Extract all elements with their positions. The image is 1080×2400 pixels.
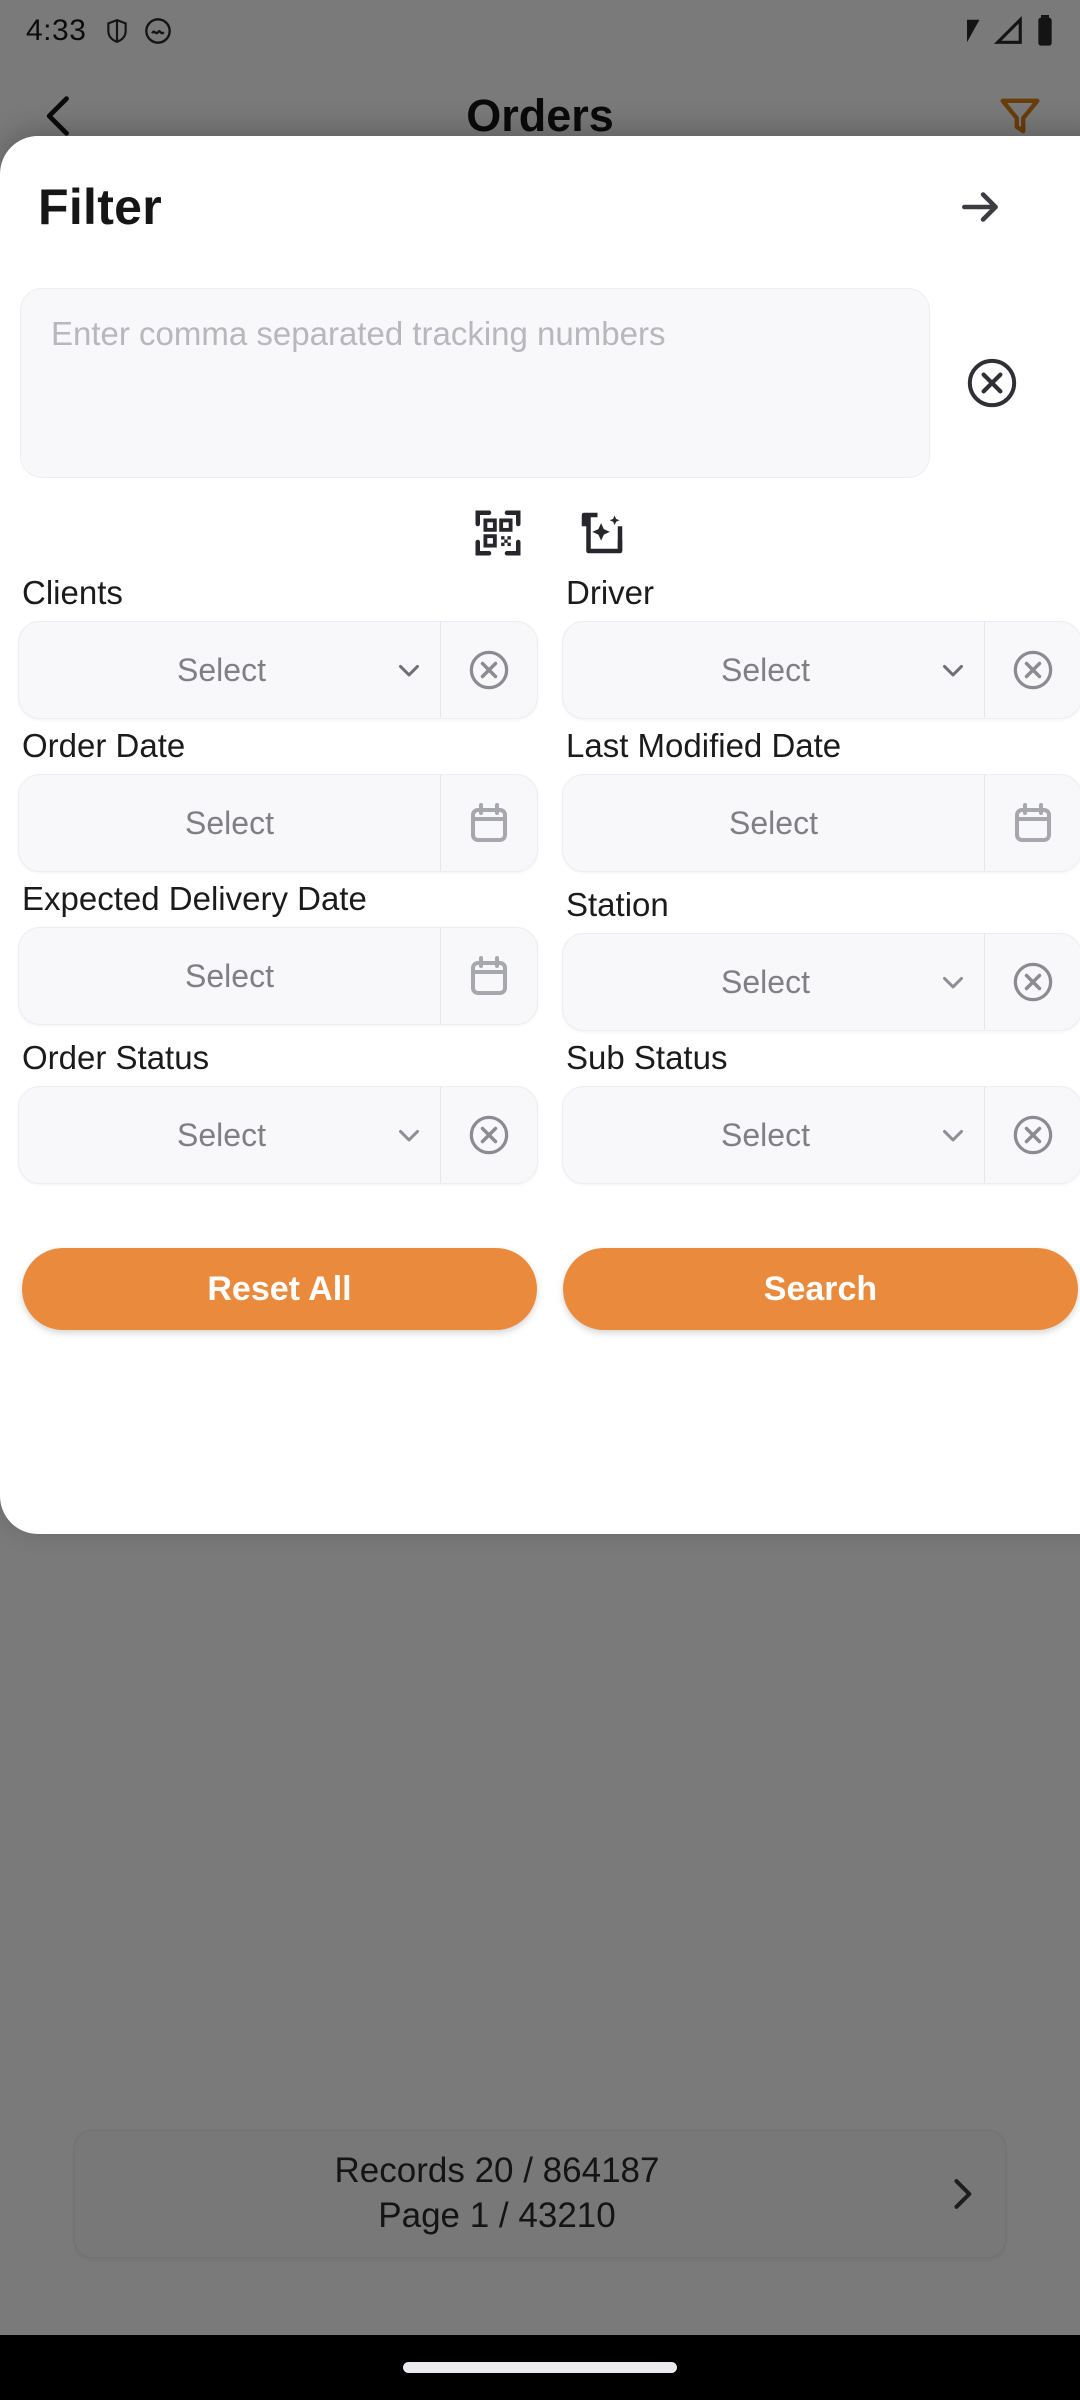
circle-close-icon bbox=[964, 355, 1020, 411]
page-title: Orders bbox=[466, 90, 614, 141]
clients-clear-button[interactable] bbox=[441, 647, 537, 693]
circle-close-icon bbox=[466, 1112, 512, 1158]
gesture-handle[interactable] bbox=[403, 2362, 677, 2373]
status-bar-system-icons bbox=[952, 15, 1054, 47]
status-bar-notification-icons bbox=[104, 16, 172, 46]
last-modified-date-select[interactable]: Select bbox=[562, 774, 1080, 872]
filter-row-3: Expected Delivery Date Select Station Se… bbox=[18, 872, 1080, 1031]
order-status-select[interactable]: Select bbox=[18, 1086, 538, 1184]
calendar-icon bbox=[1009, 799, 1057, 847]
filter-row-2: Order Date Select Last Modified Date Sel… bbox=[18, 719, 1080, 872]
back-arrow-icon[interactable] bbox=[34, 90, 86, 142]
order-date-select[interactable]: Select bbox=[18, 774, 538, 872]
shield-icon bbox=[104, 16, 130, 46]
filter-funnel-icon[interactable] bbox=[994, 90, 1046, 142]
chevron-down-icon bbox=[378, 653, 440, 687]
driver-select[interactable]: Select bbox=[562, 621, 1080, 719]
scan-actions-row bbox=[0, 506, 1080, 560]
page-count: Page 1 / 43210 bbox=[378, 2196, 616, 2235]
field-label: Sub Status bbox=[566, 1039, 728, 1076]
field-driver: Driver Select bbox=[562, 574, 1080, 719]
status-bar: 4:33 bbox=[0, 0, 1080, 62]
arrow-right-icon bbox=[956, 182, 1006, 232]
expected-delivery-date-value: Select bbox=[185, 957, 274, 994]
qr-scan-icon[interactable] bbox=[471, 506, 525, 560]
circle-close-icon bbox=[1010, 647, 1056, 693]
order-date-value: Select bbox=[185, 804, 274, 841]
circle-close-icon bbox=[1010, 959, 1056, 1005]
last-modified-date-picker-button[interactable] bbox=[985, 799, 1080, 847]
field-label: Last Modified Date bbox=[566, 727, 842, 764]
field-order-status: Order Status Select bbox=[18, 1031, 538, 1184]
field-last-modified-date: Last Modified Date Select bbox=[562, 719, 1080, 872]
sub-status-select[interactable]: Select bbox=[562, 1086, 1080, 1184]
station-clear-button[interactable] bbox=[985, 959, 1080, 1005]
battery-icon bbox=[1036, 15, 1054, 47]
filter-title: Filter bbox=[38, 179, 163, 235]
filter-row-1: Clients Select Driver Select bbox=[18, 574, 1080, 719]
field-label: Order Status bbox=[22, 1039, 210, 1076]
system-navigation-bar bbox=[0, 2335, 1080, 2400]
field-expected-delivery-date: Expected Delivery Date Select bbox=[18, 872, 538, 1031]
order-date-picker-button[interactable] bbox=[441, 799, 537, 847]
circle-close-icon bbox=[466, 647, 512, 693]
field-label: Order Date bbox=[22, 727, 186, 764]
expected-delivery-date-picker-button[interactable] bbox=[441, 952, 537, 1000]
field-sub-status: Sub Status Select bbox=[562, 1031, 1080, 1184]
tracking-numbers-row: Enter comma separated tracking numbers bbox=[0, 288, 1080, 478]
field-label: Expected Delivery Date bbox=[22, 880, 367, 917]
order-status-clear-button[interactable] bbox=[441, 1112, 537, 1158]
calendar-icon bbox=[465, 952, 513, 1000]
field-label: Station bbox=[566, 886, 669, 923]
phone-screen: 4:33 Orders Records 20 / 864187 Page 1 /… bbox=[0, 0, 1080, 2400]
chevron-down-icon bbox=[922, 653, 984, 687]
apply-filter-button[interactable] bbox=[956, 182, 1006, 232]
station-value: Select bbox=[721, 963, 810, 1000]
notification-icon bbox=[144, 17, 172, 45]
pagination-bar[interactable]: Records 20 / 864187 Page 1 / 43210 bbox=[74, 2130, 1006, 2258]
search-button[interactable]: Search bbox=[563, 1248, 1078, 1330]
driver-value: Select bbox=[721, 651, 810, 688]
tracking-numbers-input[interactable]: Enter comma separated tracking numbers bbox=[20, 288, 930, 478]
status-bar-clock: 4:33 bbox=[26, 14, 87, 47]
filter-action-buttons: Reset All Search bbox=[0, 1248, 1080, 1330]
wifi-icon bbox=[952, 16, 982, 46]
filter-sheet-header: Filter bbox=[0, 136, 1080, 236]
pagination-info: Records 20 / 864187 Page 1 / 43210 bbox=[75, 2149, 919, 2239]
image-scan-icon[interactable] bbox=[575, 506, 629, 560]
order-status-value: Select bbox=[177, 1116, 266, 1153]
clients-value: Select bbox=[177, 651, 266, 688]
records-count: Records 20 / 864187 bbox=[334, 2151, 660, 2191]
calendar-icon bbox=[465, 799, 513, 847]
filter-row-4: Order Status Select Sub Status Select bbox=[18, 1031, 1080, 1184]
field-label: Clients bbox=[22, 574, 123, 611]
header-actions bbox=[994, 90, 1046, 142]
reset-all-button[interactable]: Reset All bbox=[22, 1248, 537, 1330]
expected-delivery-date-select[interactable]: Select bbox=[18, 927, 538, 1025]
chevron-down-icon bbox=[922, 965, 984, 999]
circle-close-icon bbox=[1010, 1112, 1056, 1158]
driver-clear-button[interactable] bbox=[985, 647, 1080, 693]
chevron-down-icon bbox=[922, 1118, 984, 1152]
field-order-date: Order Date Select bbox=[18, 719, 538, 872]
field-clients: Clients Select bbox=[18, 574, 538, 719]
clients-select[interactable]: Select bbox=[18, 621, 538, 719]
chevron-down-icon bbox=[378, 1118, 440, 1152]
next-page-button[interactable] bbox=[919, 2172, 1005, 2216]
station-select[interactable]: Select bbox=[562, 933, 1080, 1031]
signal-icon bbox=[994, 16, 1024, 46]
filter-bottom-sheet: Filter Enter comma separated tracking nu… bbox=[0, 136, 1080, 1534]
sub-status-value: Select bbox=[721, 1116, 810, 1153]
tracking-numbers-placeholder: Enter comma separated tracking numbers bbox=[51, 315, 666, 352]
sub-status-clear-button[interactable] bbox=[985, 1112, 1080, 1158]
chevron-right-icon bbox=[940, 2172, 984, 2216]
field-station: Station Select bbox=[562, 872, 1080, 1031]
last-modified-date-value: Select bbox=[729, 804, 818, 841]
field-label: Driver bbox=[566, 574, 654, 611]
filter-fields-grid: Clients Select Driver Select Order Date … bbox=[0, 574, 1080, 1184]
clear-tracking-numbers-button[interactable] bbox=[964, 355, 1020, 411]
